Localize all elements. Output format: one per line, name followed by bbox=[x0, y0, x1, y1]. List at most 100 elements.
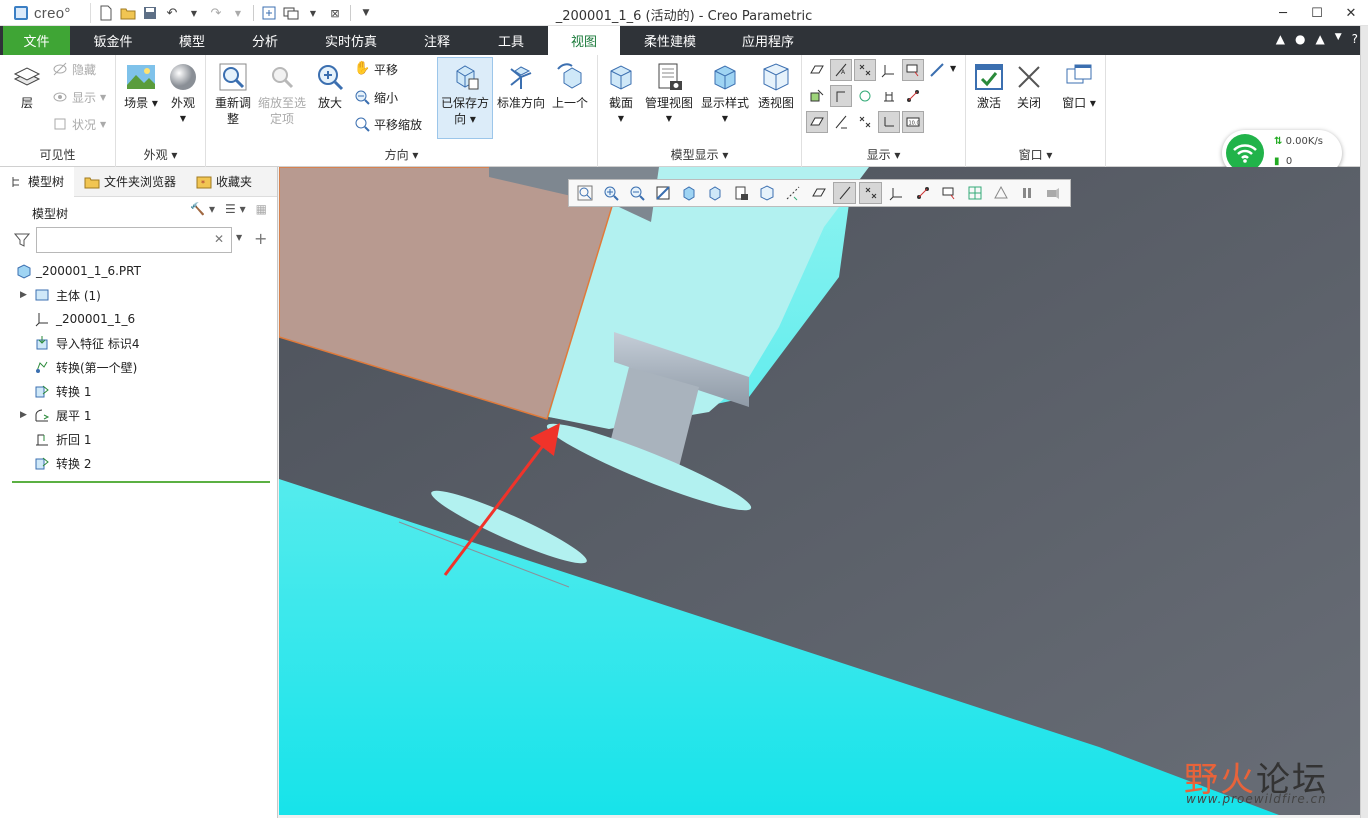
perspective-icon[interactable] bbox=[755, 182, 778, 204]
help-icon[interactable]: ? bbox=[1352, 32, 1358, 46]
windows-icon[interactable] bbox=[282, 4, 300, 22]
note-tag-icon[interactable]: 10.0 bbox=[902, 111, 924, 133]
plane-display-icon[interactable] bbox=[806, 85, 828, 107]
refit-button[interactable]: 重新调 整 bbox=[210, 61, 256, 127]
model-display-group-label[interactable]: 模型显示 ▾ bbox=[598, 146, 801, 163]
show-dropdown-icon[interactable]: ▼ bbox=[950, 64, 956, 73]
minimize-button[interactable]: ─ bbox=[1266, 0, 1300, 26]
show-group-label[interactable]: 显示 ▾ bbox=[802, 146, 965, 163]
point-tag-on-icon[interactable] bbox=[854, 111, 876, 133]
expand-arrow-icon[interactable]: ▶ bbox=[20, 410, 30, 420]
appearance-group-label[interactable]: 外观 ▾ bbox=[116, 146, 205, 163]
point-display-icon[interactable] bbox=[859, 182, 882, 204]
zoom-out-icon[interactable] bbox=[625, 182, 648, 204]
tab-sheetmetal[interactable]: 钣金件 bbox=[76, 26, 150, 55]
refit-icon[interactable] bbox=[573, 182, 596, 204]
tree-row-convert-1[interactable]: 转换 1 bbox=[0, 379, 276, 403]
csys-display-icon[interactable] bbox=[878, 59, 900, 81]
tab-favorites[interactable]: * 收藏夹 bbox=[186, 167, 262, 197]
axis-display-icon[interactable]: A bbox=[830, 59, 852, 81]
display-style-icon[interactable] bbox=[677, 182, 700, 204]
axis-display-icon[interactable] bbox=[833, 182, 856, 204]
undo-icon[interactable]: ↶ bbox=[163, 4, 181, 22]
hide-button[interactable]: 隐藏 bbox=[52, 59, 96, 79]
redo-dropdown-icon[interactable]: ▼ bbox=[229, 4, 247, 22]
point-display-icon[interactable] bbox=[854, 59, 876, 81]
tree-row-unbend-1[interactable]: ▶ 展平 1 bbox=[0, 403, 276, 427]
user-icon[interactable]: ● bbox=[1295, 32, 1305, 46]
section-icon[interactable] bbox=[781, 182, 804, 204]
undo-dropdown-icon[interactable]: ▼ bbox=[185, 4, 203, 22]
tab-tools[interactable]: 工具 bbox=[478, 26, 544, 55]
plane-tag-display-icon[interactable] bbox=[806, 59, 828, 81]
tab-analysis[interactable]: 分析 bbox=[232, 26, 298, 55]
maximize-button[interactable]: ☐ bbox=[1300, 0, 1334, 26]
expand-arrow-icon[interactable]: ▶ bbox=[20, 290, 30, 300]
tree-settings-hammer-icon[interactable]: 🔨 ▾ bbox=[190, 202, 215, 216]
view-manager-icon[interactable] bbox=[729, 182, 752, 204]
show-button[interactable]: 显示 ▼ bbox=[52, 87, 106, 107]
clear-search-icon[interactable]: ✕ bbox=[214, 232, 224, 246]
graphics-viewport[interactable] bbox=[279, 167, 1360, 815]
axis-tag-icon[interactable] bbox=[830, 85, 852, 107]
save-icon[interactable] bbox=[141, 4, 159, 22]
window-group-label[interactable]: 窗口 ▾ bbox=[966, 146, 1105, 163]
zoom-in-icon[interactable] bbox=[599, 182, 622, 204]
saved-orientations-button[interactable]: 已保存方 向 ▾ bbox=[437, 57, 493, 139]
tab-folder-browser[interactable]: 文件夹浏览器 bbox=[74, 167, 186, 197]
window-button[interactable]: 窗口 ▾ bbox=[1056, 61, 1102, 111]
tree-row-part[interactable]: _200001_1_6.PRT bbox=[0, 259, 276, 283]
pan-zoom-button[interactable]: 平移缩放 bbox=[354, 114, 422, 134]
model-grid-icon[interactable] bbox=[963, 182, 986, 204]
standard-orientation-button[interactable]: 标准方向 bbox=[495, 61, 547, 111]
search-options-dropdown-icon[interactable]: ▼ bbox=[236, 233, 242, 242]
zoom-to-selected-button[interactable]: 缩放至选 定项 bbox=[256, 61, 308, 127]
scene-button[interactable]: 场景 ▾ bbox=[122, 61, 160, 111]
layer-button[interactable]: 层 bbox=[8, 61, 46, 111]
add-filter-icon[interactable]: + bbox=[254, 229, 267, 248]
csys-tag-on-icon[interactable] bbox=[878, 111, 900, 133]
tree-row-bendback-1[interactable]: 折回 1 bbox=[0, 427, 276, 451]
annotation-display-icon[interactable] bbox=[902, 59, 924, 81]
new-icon[interactable] bbox=[97, 4, 115, 22]
model-render[interactable] bbox=[279, 167, 1360, 815]
tree-insert-indicator[interactable] bbox=[12, 481, 270, 483]
tab-model-tree[interactable]: 模型树 bbox=[0, 166, 75, 197]
repaint-icon[interactable] bbox=[651, 182, 674, 204]
tree-row-convert-first-wall[interactable]: 转换(第一个壁) bbox=[0, 355, 276, 379]
learning-icon[interactable]: ▲ bbox=[1315, 32, 1324, 46]
tab-model[interactable]: 模型 bbox=[158, 26, 226, 55]
windows-dropdown-icon[interactable]: ▼ bbox=[304, 4, 322, 22]
tab-flexible-modeling[interactable]: 柔性建模 bbox=[632, 26, 708, 55]
close-window-icon[interactable]: ⊠ bbox=[326, 4, 344, 22]
close-window-button[interactable]: 关闭 bbox=[1012, 61, 1046, 111]
annotation-display-icon[interactable] bbox=[937, 182, 960, 204]
activate-button[interactable]: 激活 bbox=[970, 61, 1008, 111]
axis-tag-on-icon[interactable] bbox=[830, 111, 852, 133]
tree-show-icon[interactable]: ☰ ▾ bbox=[225, 202, 246, 216]
plane-display-icon[interactable] bbox=[807, 182, 830, 204]
customize-icon[interactable]: ▼ bbox=[357, 4, 375, 22]
regenerate-icon[interactable] bbox=[260, 4, 278, 22]
spin-center-icon[interactable] bbox=[911, 182, 934, 204]
tree-row-body[interactable]: ▶ 主体 (1) bbox=[0, 283, 276, 307]
open-icon[interactable] bbox=[119, 4, 137, 22]
tree-search-input[interactable] bbox=[36, 227, 232, 253]
tab-view[interactable]: 视图 bbox=[548, 26, 620, 55]
right-scrollbar[interactable] bbox=[1360, 26, 1368, 818]
csys-tag-icon[interactable] bbox=[878, 85, 900, 107]
previous-orientation-button[interactable]: 上一个 bbox=[548, 61, 592, 111]
collapse-ribbon-icon[interactable]: ▲ bbox=[1276, 32, 1285, 46]
tab-file[interactable]: 文件 bbox=[3, 26, 70, 55]
perspective-button[interactable]: 透视图 bbox=[754, 61, 798, 111]
saved-orientations-icon[interactable] bbox=[703, 182, 726, 204]
filter-icon[interactable] bbox=[14, 232, 30, 248]
simulation-icon[interactable] bbox=[989, 182, 1012, 204]
section-button[interactable]: 截面 ▼ bbox=[602, 61, 640, 127]
pan-button[interactable]: ✋ 平移 bbox=[354, 59, 398, 79]
tab-annotate[interactable]: 注释 bbox=[404, 26, 470, 55]
tree-row-csys[interactable]: _200001_1_6 bbox=[0, 307, 276, 331]
display-style-button[interactable]: 显示样式 ▼ bbox=[698, 61, 752, 127]
status-button[interactable]: 状况 ▼ bbox=[52, 114, 106, 134]
tree-row-convert-2[interactable]: 转换 2 bbox=[0, 451, 276, 475]
